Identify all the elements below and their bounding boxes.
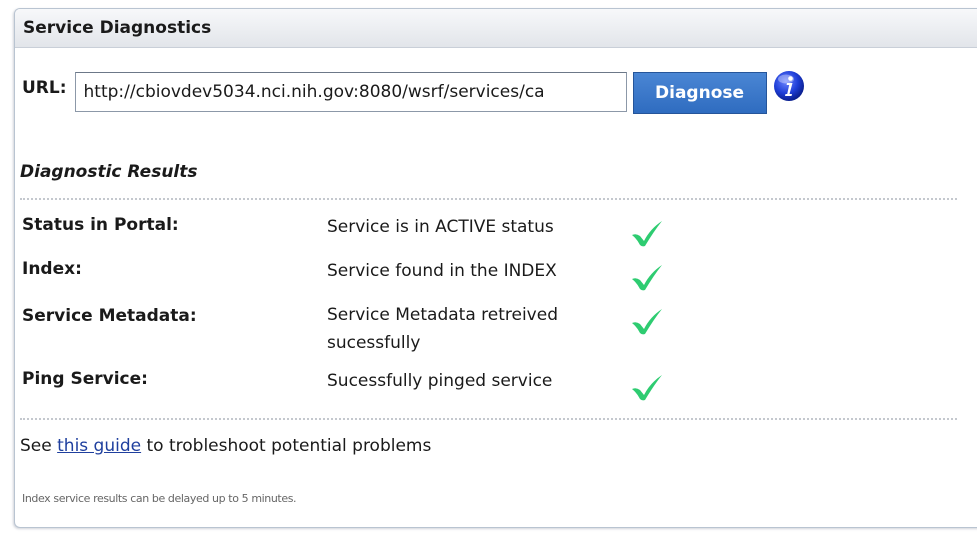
info-icon[interactable] <box>773 70 805 102</box>
result-label: Status in Portal: <box>22 215 179 235</box>
diagnose-button[interactable]: Diagnose <box>632 72 767 114</box>
footnote: Index service results can be delayed up … <box>22 492 297 505</box>
guide-suffix: to trobleshoot potential problems <box>141 436 432 456</box>
result-row-ping: Ping Service: Sucessfully pinged service <box>22 369 722 413</box>
panel-header: Service Diagnostics <box>15 9 977 48</box>
result-value: Service Metadata retreived sucessfully <box>327 305 558 353</box>
guide-prefix: See <box>20 436 58 456</box>
url-label: URL: <box>22 78 67 98</box>
diagnostic-results-title: Diagnostic Results <box>20 162 198 182</box>
check-icon <box>630 373 664 401</box>
divider <box>20 418 957 420</box>
result-label: Service Metadata: <box>22 306 197 326</box>
result-row-index: Index: Service found in the INDEX <box>22 259 722 303</box>
guide-text: See this guide to trobleshoot potential … <box>20 436 431 456</box>
result-label: Ping Service: <box>22 369 148 389</box>
results-list: Status in Portal: Service is in ACTIVE s… <box>22 215 722 413</box>
panel-title: Service Diagnostics <box>23 18 212 38</box>
result-value: Service is in ACTIVE status <box>327 217 554 237</box>
check-icon <box>630 263 664 291</box>
url-input[interactable] <box>74 72 627 112</box>
result-row-status: Status in Portal: Service is in ACTIVE s… <box>22 215 722 259</box>
result-value: Sucessfully pinged service <box>327 371 553 391</box>
result-label: Index: <box>22 259 82 279</box>
divider <box>20 198 957 200</box>
result-row-metadata: Service Metadata: Service Metadata retre… <box>22 303 722 369</box>
guide-link[interactable]: this guide <box>57 436 141 456</box>
result-value: Service found in the INDEX <box>327 261 557 281</box>
check-icon <box>630 307 664 335</box>
check-icon <box>630 219 664 247</box>
url-form: URL: Diagnose <box>22 70 805 116</box>
